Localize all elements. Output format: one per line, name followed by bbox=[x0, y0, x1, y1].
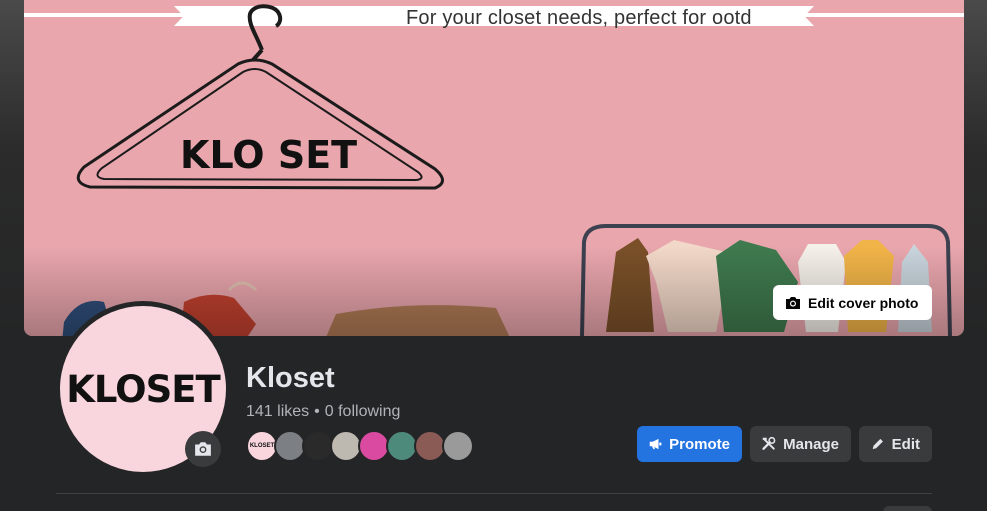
hanger-text: KLO SET bbox=[180, 133, 357, 177]
megaphone-icon bbox=[649, 438, 662, 450]
edit-cover-photo-button[interactable]: Edit cover photo bbox=[773, 285, 932, 320]
update-profile-picture-button[interactable] bbox=[185, 431, 221, 467]
edit-button[interactable]: Edit bbox=[859, 426, 932, 462]
promote-label: Promote bbox=[669, 435, 730, 453]
section-divider bbox=[56, 493, 932, 494]
follower-avatars: KLOSET bbox=[246, 430, 474, 462]
stats-separator: • bbox=[314, 403, 320, 420]
edit-cover-photo-label: Edit cover photo bbox=[808, 294, 919, 311]
page-stats: 141 likes • 0 following bbox=[246, 403, 400, 421]
follower-avatar-label: KLOSET bbox=[249, 443, 275, 449]
following-count[interactable]: 0 following bbox=[325, 403, 401, 421]
avatar-text: KLOSET bbox=[66, 367, 221, 411]
pencil-icon bbox=[872, 438, 883, 450]
manage-button[interactable]: Manage bbox=[750, 426, 851, 462]
follower-avatar[interactable] bbox=[442, 430, 474, 462]
more-options-button[interactable] bbox=[883, 506, 932, 511]
camera-icon bbox=[195, 442, 211, 456]
camera-icon bbox=[786, 296, 800, 309]
manage-label: Manage bbox=[783, 435, 839, 453]
hanger-illustration: KLO SET bbox=[76, 4, 444, 190]
edit-label: Edit bbox=[891, 435, 920, 453]
likes-count[interactable]: 141 likes bbox=[246, 403, 309, 421]
page-name[interactable]: Kloset bbox=[246, 362, 335, 395]
promote-button[interactable]: Promote bbox=[637, 426, 742, 462]
tools-icon bbox=[762, 436, 776, 450]
